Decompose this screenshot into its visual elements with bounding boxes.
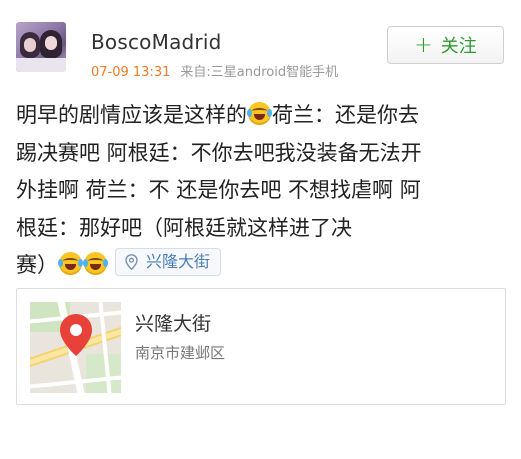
follow-button[interactable]: + 关注: [387, 26, 504, 64]
location-tag[interactable]: 兴隆大街: [115, 248, 222, 276]
username[interactable]: BoscoMadrid: [91, 30, 222, 54]
content-line: 外挂啊 荷兰：不 还是你去吧 不想找虐啊 阿: [16, 178, 421, 202]
crying-laughing-emoji-icon: [83, 252, 108, 275]
place-card[interactable]: 兴隆大街 南京市建邺区: [16, 288, 506, 405]
post-source: 来自:三星android智能手机: [180, 65, 339, 80]
post-time: 07-09 13:31: [91, 65, 171, 80]
location-tag-label: 兴隆大街: [146, 252, 211, 271]
crying-laughing-emoji-icon: [58, 252, 83, 275]
content-line: 明早的剧情应该是这样的 荷兰：还是你去: [16, 102, 419, 127]
map-thumbnail: [30, 302, 121, 393]
post-meta: 07-09 13:31 来自:三星android智能手机: [91, 61, 338, 80]
crying-laughing-emoji-icon: [247, 102, 272, 125]
bottom-spacer: [0, 420, 521, 459]
place-name: 兴隆大街: [135, 313, 212, 335]
content-line: 踢决赛吧 阿根廷：不你去吧我没装备无法开: [16, 140, 422, 165]
location-pin-icon: [125, 254, 138, 270]
place-address: 南京市建邺区: [135, 344, 226, 362]
plus-icon: +: [414, 32, 433, 58]
user-avatar[interactable]: [16, 22, 66, 72]
content-line: 赛） 兴隆大街: [16, 247, 511, 285]
post-content: 明早的剧情应该是这样的 荷兰：还是你去 踢决赛吧 阿根廷：不你去吧我没装备无法开 …: [16, 97, 511, 285]
follow-label: 关注: [440, 36, 477, 57]
content-line: 根廷：那好吧（阿根廷就这样进了决: [16, 215, 352, 240]
